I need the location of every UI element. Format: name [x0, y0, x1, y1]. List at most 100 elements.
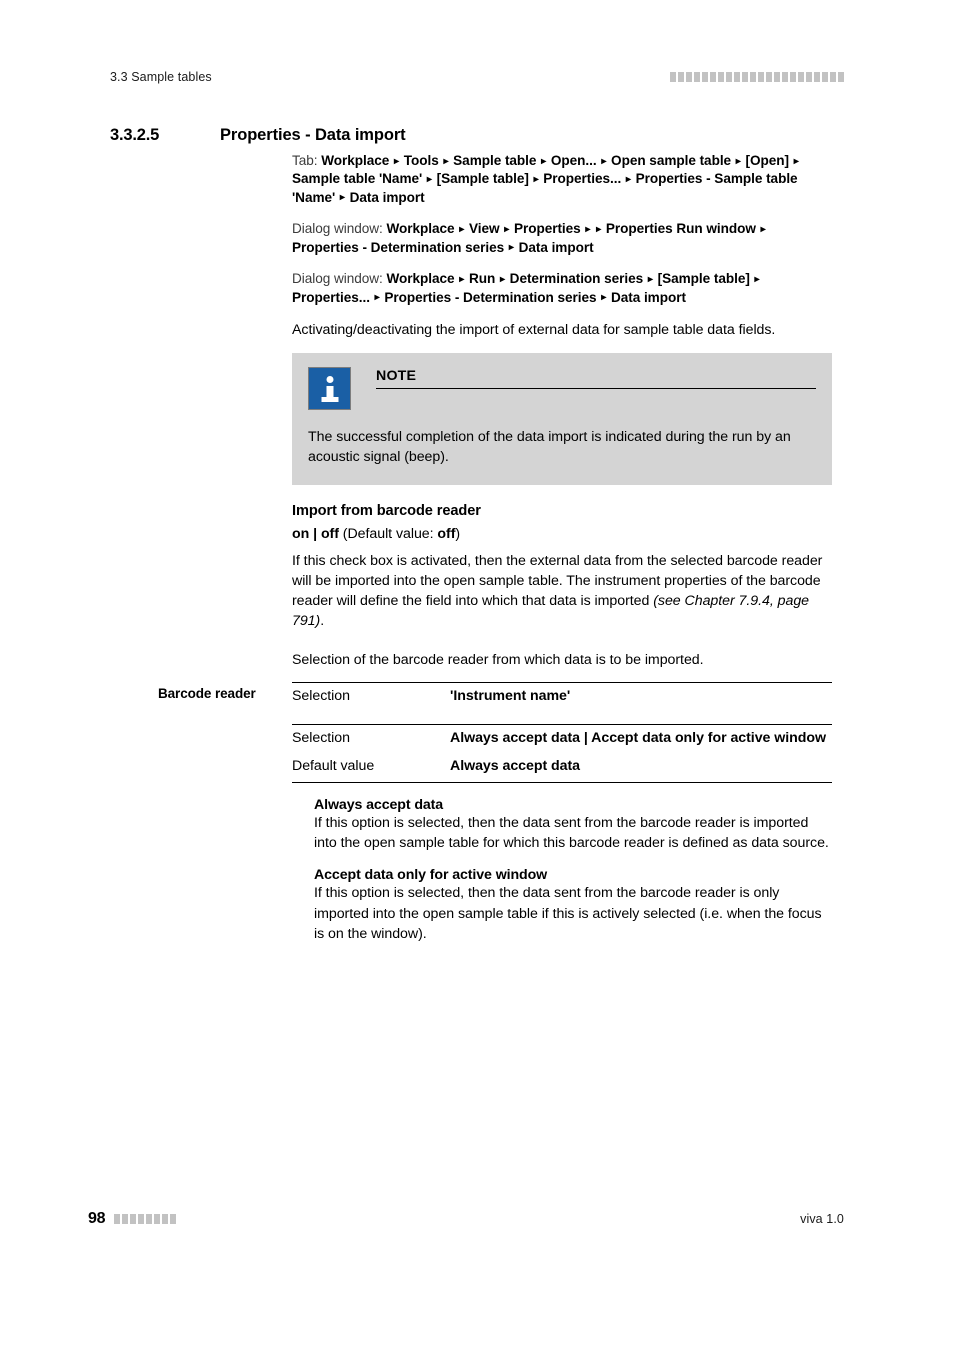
- footer-left: 98: [88, 1210, 177, 1228]
- breadcrumb-arrow-icon: ▸: [601, 292, 607, 304]
- option-description: If this option is selected, then the dat…: [314, 885, 822, 943]
- note-title-wrap: NOTE: [376, 367, 816, 389]
- table-row: Selection Always accept data | Accept da…: [292, 723, 832, 754]
- decoration-square: [798, 72, 804, 82]
- breadcrumb-tab-path: Workplace ▸ Tools ▸ Sample table ▸ Open.…: [292, 153, 799, 205]
- header-decoration-squares: [670, 72, 844, 82]
- breadcrumb-tab: Tab: Workplace ▸ Tools ▸ Sample table ▸ …: [292, 152, 832, 207]
- decoration-square: [122, 1214, 129, 1224]
- breadcrumb-arrow-icon: ▸: [374, 292, 380, 304]
- breadcrumb-arrow-icon: ▸: [793, 155, 799, 167]
- breadcrumb-arrow-icon: ▸: [533, 173, 539, 185]
- decoration-square: [170, 1214, 177, 1224]
- breadcrumb-arrow-icon: ▸: [754, 273, 760, 285]
- decoration-square: [162, 1214, 169, 1224]
- table-cell-key: Selection: [292, 682, 450, 712]
- page-number: 98: [88, 1210, 106, 1227]
- breadcrumb-arrow-icon: ▸: [585, 223, 591, 235]
- option-block-active-window: Accept data only for active window If th…: [314, 867, 832, 944]
- breadcrumb-dialog-1-lead: Dialog window:: [292, 221, 383, 237]
- barcode-description: Selection of the barcode reader from whi…: [292, 651, 704, 668]
- table-group-divider: [292, 711, 832, 725]
- note-box: NOTE The successful completion of the da…: [292, 352, 832, 486]
- decoration-square: [774, 72, 780, 82]
- decoration-square: [726, 72, 732, 82]
- barcode-spec-table: Selection 'Instrument name' Selection Al…: [292, 682, 832, 783]
- note-divider: [376, 387, 816, 389]
- decoration-square: [686, 72, 692, 82]
- decoration-square: [814, 72, 820, 82]
- decoration-square: [130, 1214, 137, 1224]
- decoration-square: [702, 72, 708, 82]
- section-number: 3.3.2.5: [110, 126, 160, 144]
- decoration-square: [138, 1214, 145, 1224]
- intro-paragraph: Activating/deactivating the import of ex…: [292, 322, 776, 339]
- table-cell-value: 'Instrument name': [450, 682, 832, 712]
- main-content: Tab: Workplace ▸ Tools ▸ Sample table ▸ …: [292, 152, 832, 944]
- decoration-square: [766, 72, 772, 82]
- breadcrumb-arrow-icon: ▸: [508, 242, 514, 254]
- breadcrumb-arrow-icon: ▸: [459, 223, 465, 235]
- info-icon-base: [321, 396, 338, 402]
- footer-product-name: viva 1.0: [800, 1212, 844, 1226]
- breadcrumb-dialog-2: Dialog window: Workplace ▸ Run ▸ Determi…: [292, 270, 832, 307]
- decoration-square: [782, 72, 788, 82]
- breadcrumb-arrow-icon: ▸: [760, 223, 766, 235]
- breadcrumb-dialog-1: Dialog window: Workplace ▸ View ▸ Proper…: [292, 220, 832, 257]
- table-row: Selection 'Instrument name': [292, 682, 832, 712]
- breadcrumb-arrow-icon: ▸: [601, 155, 607, 167]
- decoration-square: [790, 72, 796, 82]
- decoration-square: [670, 72, 676, 82]
- document-page: 3.3 Sample tables 3.3.2.5 Properties - D…: [0, 0, 954, 1350]
- margin-label-barcode-reader: Barcode reader: [158, 686, 256, 701]
- import-value-off: off: [320, 526, 339, 543]
- breadcrumb-arrow-icon: ▸: [499, 273, 505, 285]
- breadcrumb-dialog-2-lead: Dialog window:: [292, 271, 383, 287]
- option-name: Always accept data: [314, 796, 444, 813]
- note-title: NOTE: [376, 367, 417, 384]
- table-cell-key: Selection: [292, 723, 450, 754]
- decoration-square: [822, 72, 828, 82]
- breadcrumb-arrow-icon: ▸: [339, 192, 345, 204]
- breadcrumb-arrow-icon: ▸: [596, 223, 602, 235]
- page-title: Properties - Data import: [220, 126, 406, 144]
- decoration-square: [838, 72, 844, 82]
- decoration-square: [806, 72, 812, 82]
- import-description-end: .: [320, 613, 325, 630]
- table-cell-value: Always accept data: [450, 753, 832, 783]
- info-icon-dot: [326, 375, 333, 383]
- breadcrumb-arrow-icon: ▸: [426, 173, 432, 185]
- breadcrumb-arrow-icon: ▸: [541, 155, 547, 167]
- running-header: 3.3 Sample tables: [110, 66, 844, 88]
- decoration-square: [146, 1214, 153, 1224]
- note-header: NOTE: [308, 366, 816, 410]
- option-name: Accept data only for active window: [314, 867, 548, 884]
- import-default-prefix: (Default value:: [338, 526, 438, 543]
- running-header-title: 3.3 Sample tables: [110, 70, 212, 84]
- import-default-suffix: ): [455, 526, 461, 543]
- decoration-square: [678, 72, 684, 82]
- option-description: If this option is selected, then the dat…: [314, 814, 829, 852]
- import-value-on: on: [292, 526, 310, 543]
- breadcrumb-arrow-icon: ▸: [394, 155, 399, 167]
- import-value-separator: |: [309, 526, 321, 543]
- info-icon: [308, 366, 351, 410]
- decoration-square: [694, 72, 700, 82]
- table-divider-cell-left: [292, 711, 450, 725]
- breadcrumb-arrow-icon: ▸: [625, 173, 631, 185]
- decoration-square: [154, 1214, 161, 1224]
- import-default-value: off: [437, 526, 456, 543]
- breadcrumb-arrow-icon: ▸: [459, 273, 465, 285]
- breadcrumb-arrow-icon: ▸: [647, 273, 653, 285]
- decoration-square: [742, 72, 748, 82]
- breadcrumb-arrow-icon: ▸: [443, 155, 449, 167]
- breadcrumb-tab-lead: Tab:: [292, 153, 318, 168]
- import-values-line: on | off (Default value: off): [292, 524, 832, 544]
- footer-decoration-squares: [114, 1214, 177, 1224]
- breadcrumb-arrow-icon: ▸: [735, 155, 741, 167]
- note-body: The successful completion of the data im…: [308, 428, 791, 465]
- table-cell-key: Default value: [292, 753, 450, 783]
- decoration-square: [718, 72, 724, 82]
- decoration-square: [830, 72, 836, 82]
- page-footer: 98 viva 1.0: [88, 1210, 844, 1228]
